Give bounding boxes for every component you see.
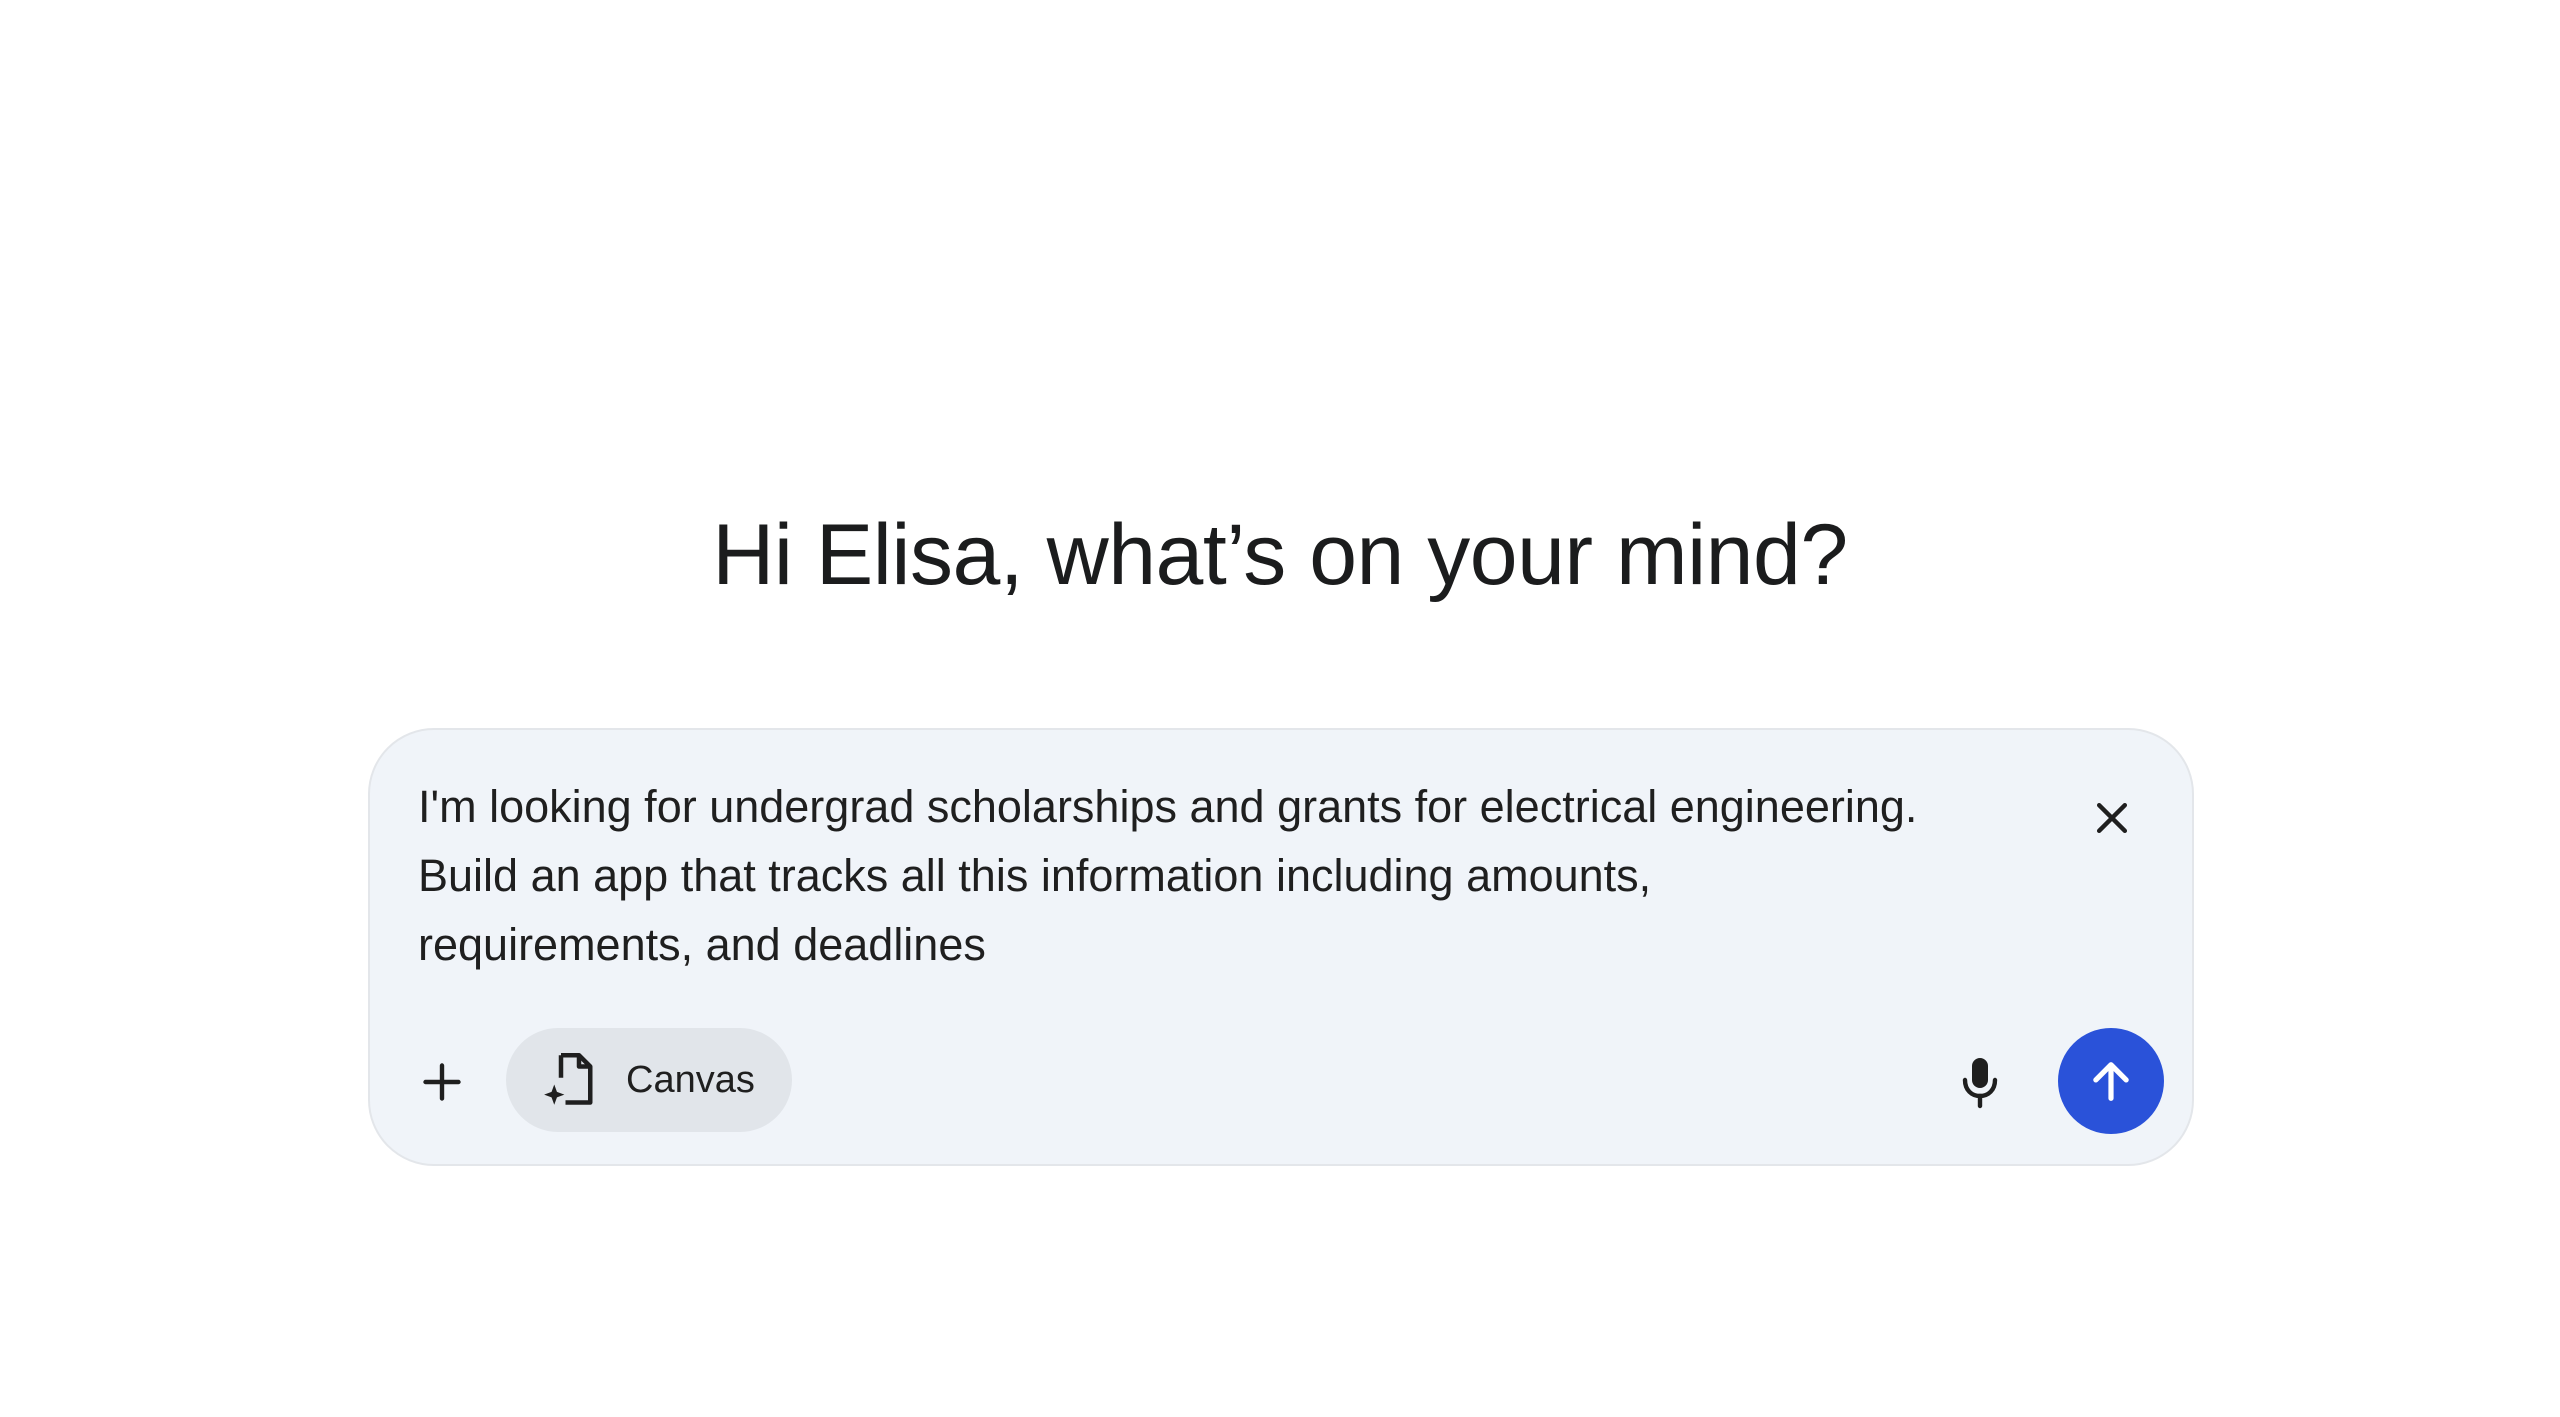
- plus-icon: [423, 1063, 461, 1101]
- voice-input-button[interactable]: [1944, 1046, 2016, 1118]
- page: Hi Elisa, what’s on your mind? I'm looki…: [0, 0, 2560, 1417]
- canvas-tool-chip[interactable]: Canvas: [506, 1028, 792, 1132]
- greeting-heading: Hi Elisa, what’s on your mind?: [712, 507, 1848, 603]
- send-button[interactable]: [2058, 1028, 2164, 1134]
- composer-toolbar: Canvas: [370, 1028, 2192, 1136]
- prompt-input[interactable]: I'm looking for undergrad scholarships a…: [418, 772, 2058, 979]
- clear-prompt-button[interactable]: [2080, 786, 2144, 850]
- microphone-icon: [1962, 1058, 1998, 1109]
- arrow-up-icon: [2093, 1062, 2129, 1101]
- canvas-document-icon: [542, 1048, 598, 1112]
- prompt-composer: I'm looking for undergrad scholarships a…: [368, 728, 2194, 1166]
- close-icon: [2096, 802, 2128, 834]
- add-attachment-button[interactable]: [410, 1050, 474, 1114]
- canvas-chip-label: Canvas: [626, 1058, 755, 1101]
